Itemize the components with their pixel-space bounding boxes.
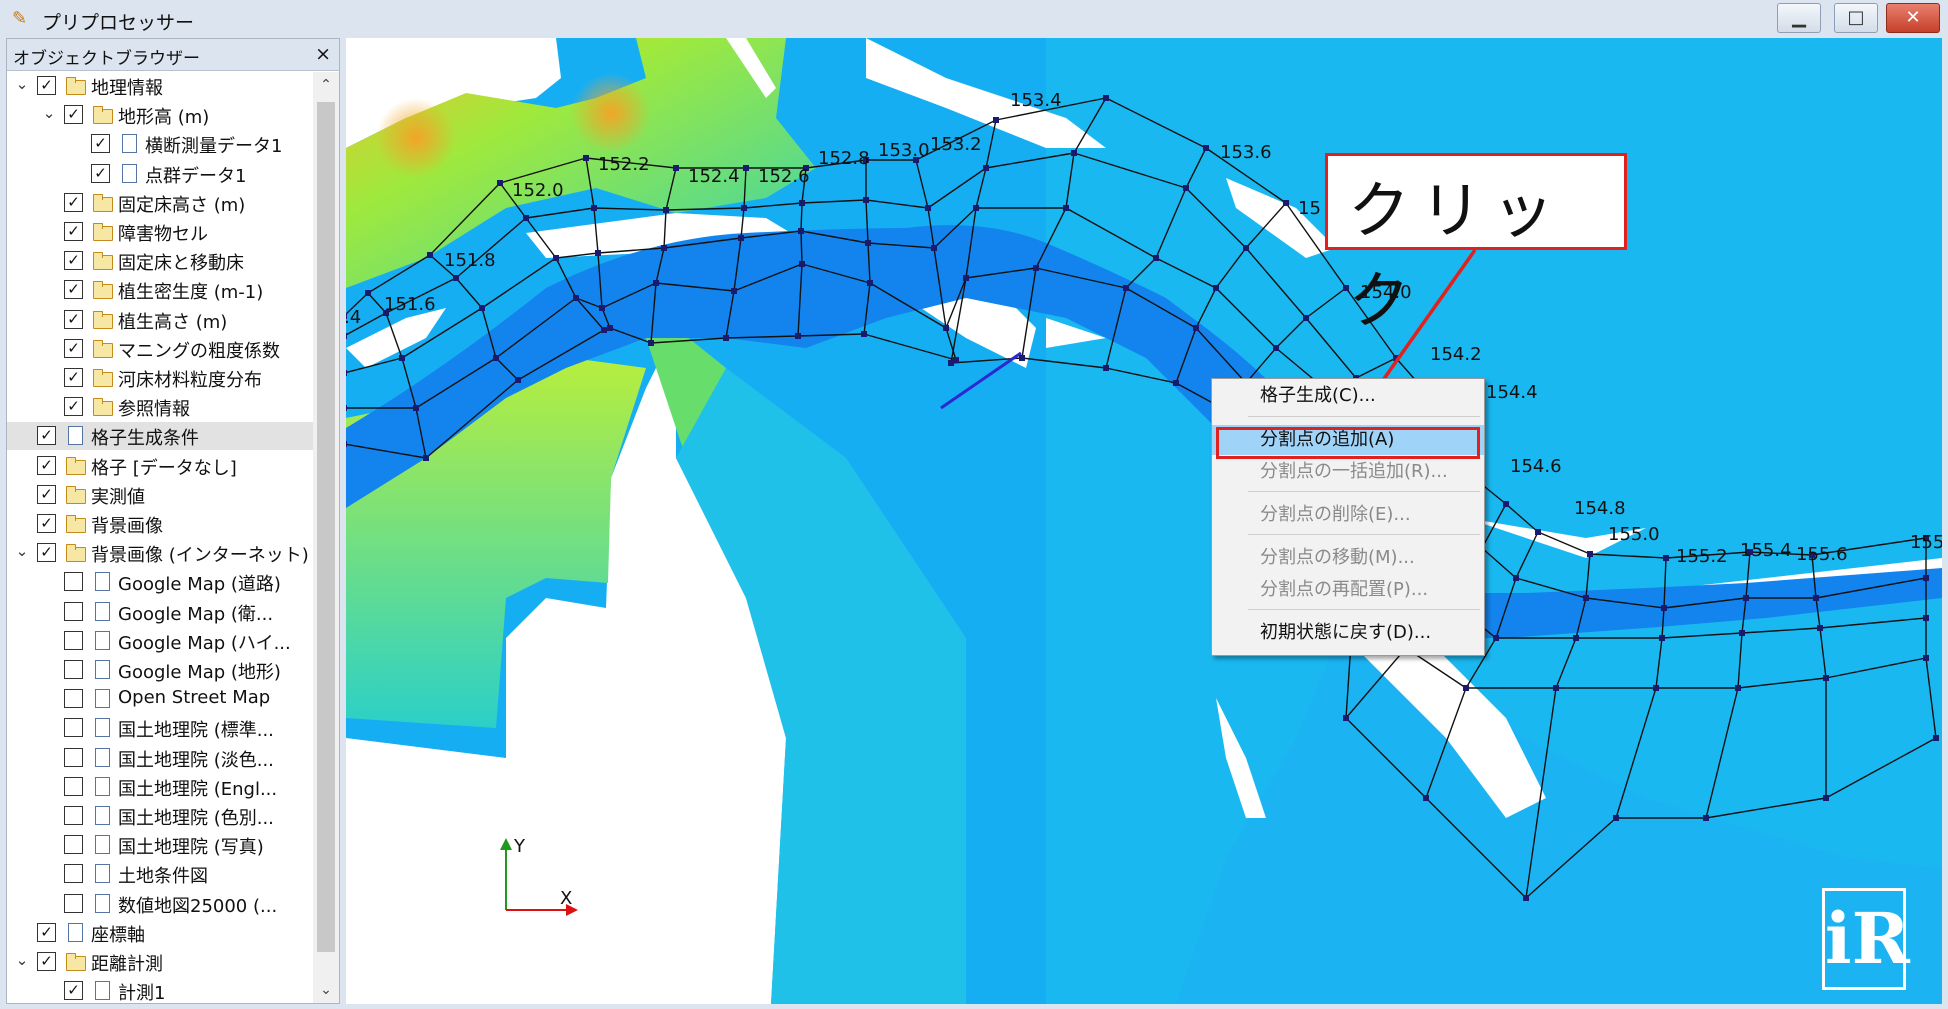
annotation-arrow <box>1348 248 1477 432</box>
context-menu-item[interactable]: 分割点の削除(E)... <box>1212 500 1484 530</box>
menu-separator <box>1248 491 1480 492</box>
context-menu-item[interactable]: 格子生成(C)... <box>1212 381 1484 411</box>
context-menu: 格子生成(C)... 分割点の追加(A) 分割点の一括追加(R)... 分割点の削除(… <box>1211 378 1485 656</box>
context-menu-item[interactable]: 分割点の再配置(P)... <box>1212 575 1484 605</box>
highlight-box <box>1216 427 1480 459</box>
context-menu-item[interactable]: 分割点の移動(M)... <box>1212 543 1484 573</box>
menu-separator <box>1248 416 1480 417</box>
menu-separator <box>1248 534 1480 535</box>
context-menu-item[interactable]: 初期状態に戻す(D)... <box>1212 618 1484 648</box>
menu-separator <box>1248 609 1480 610</box>
iric-logo: iR <box>1822 888 1910 990</box>
context-menu-item[interactable]: 分割点の一括追加(R)... <box>1212 457 1484 487</box>
